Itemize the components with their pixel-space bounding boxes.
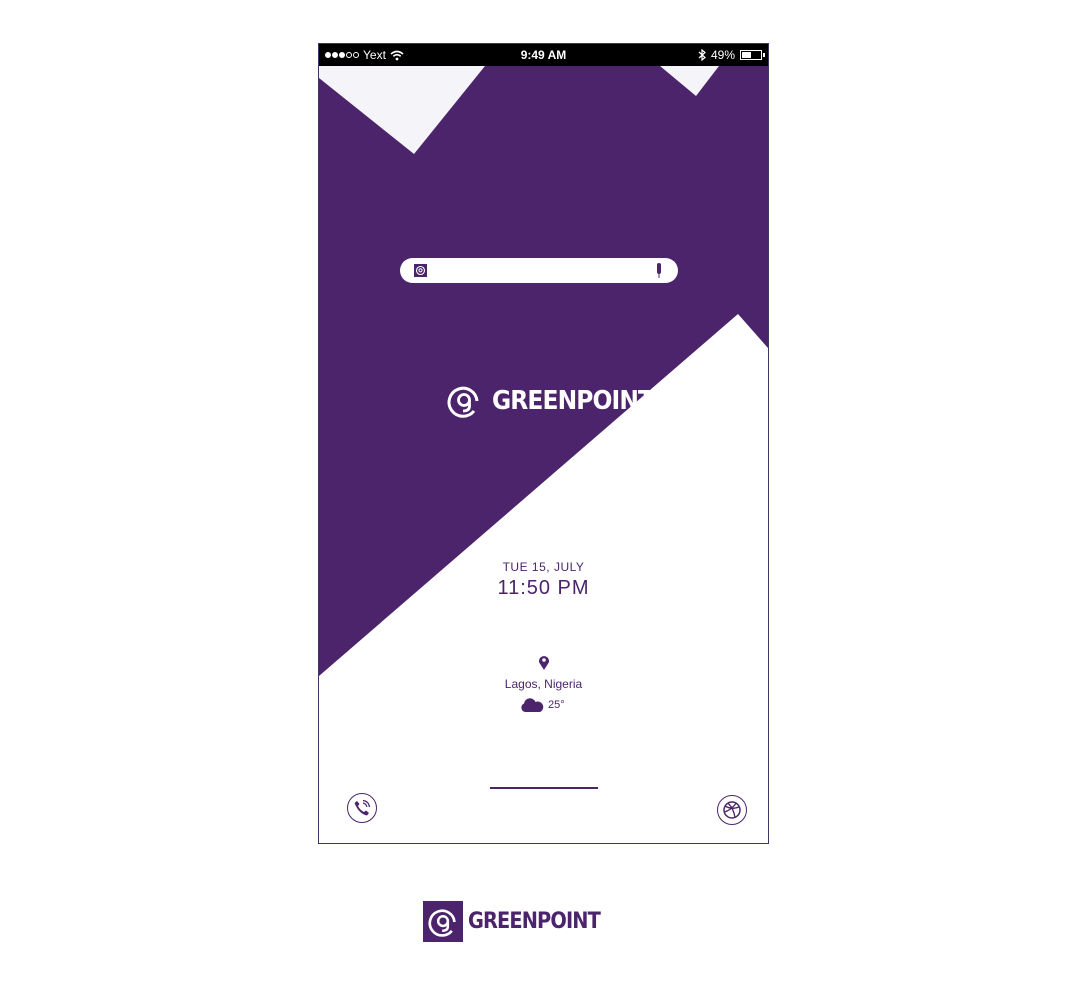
dribbble-button[interactable] [717, 795, 747, 825]
search-bar[interactable] [400, 258, 678, 283]
weather-widget: 25° [520, 697, 565, 713]
greenpoint-logo-icon [423, 901, 463, 942]
bluetooth-icon [698, 49, 706, 61]
phone-call-icon [354, 799, 371, 816]
date-label: TUE 15, JULY [502, 560, 585, 574]
status-bar: Yext 9:49 AM 49% [319, 44, 768, 66]
clock-time: 11:50 PM [497, 577, 590, 599]
microphone-icon[interactable] [656, 263, 662, 279]
dribbble-icon [723, 801, 741, 819]
phone-screen: Yext 9:49 AM 49% GREENPOINT TUE 15, JULY… [318, 43, 769, 844]
cloud-icon [521, 698, 544, 712]
battery-level [742, 52, 751, 58]
battery-icon [740, 50, 765, 60]
brand-name: GREENPOINT [492, 386, 654, 416]
temperature: 25° [548, 699, 565, 711]
battery-percent: 49% [710, 48, 735, 62]
greenpoint-logo-icon [447, 386, 479, 418]
phone-call-button[interactable] [347, 793, 377, 823]
footer-brand: GREENPOINT [423, 901, 618, 942]
brand-logo: GREENPOINT [447, 384, 671, 418]
map-pin-icon [539, 656, 549, 670]
greenpoint-logo-icon [414, 264, 427, 277]
status-right: 49% [698, 44, 765, 66]
background-shapes [319, 66, 768, 676]
footer-brand-name: GREENPOINT [468, 909, 601, 934]
location-label: Lagos, Nigeria [504, 677, 583, 691]
home-indicator[interactable] [490, 787, 598, 789]
